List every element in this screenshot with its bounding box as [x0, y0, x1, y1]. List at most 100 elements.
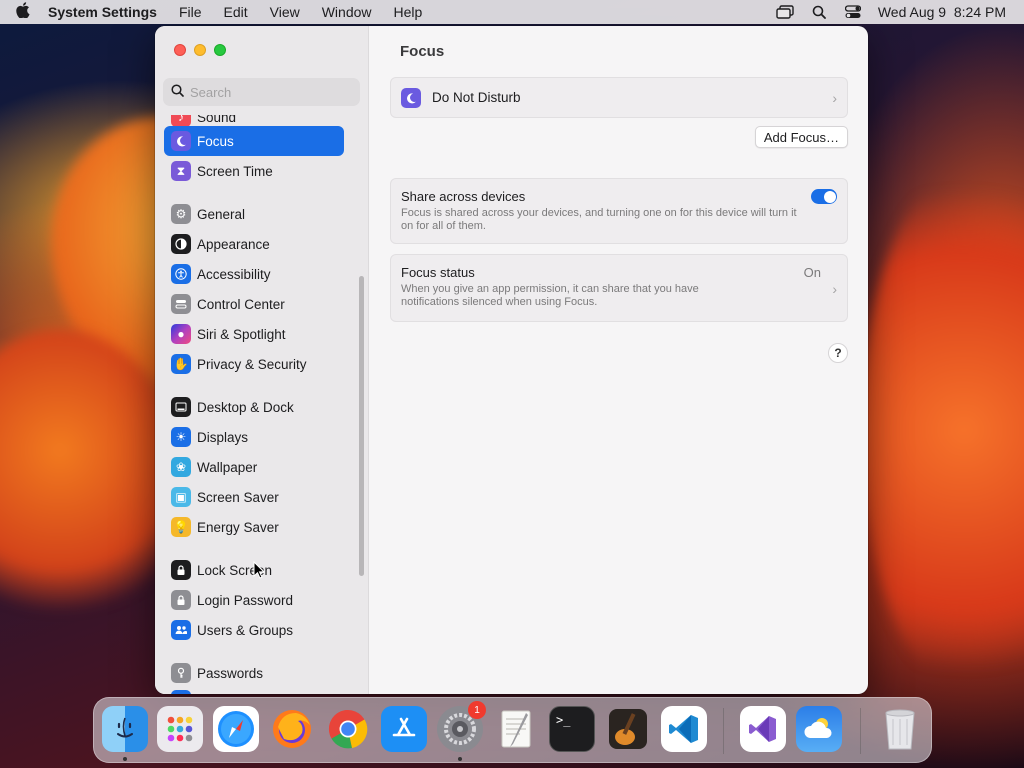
sidebar-item-passwords[interactable]: Passwords	[164, 658, 344, 688]
app-store-icon[interactable]	[381, 706, 427, 752]
sidebar-item-displays[interactable]: ☀ Displays	[164, 422, 344, 452]
menu-window[interactable]: Window	[322, 4, 372, 20]
sidebar-item-label: Sound	[197, 115, 237, 125]
sidebar-item-accessibility[interactable]: Accessibility	[164, 259, 344, 289]
page-title: Focus	[400, 43, 445, 60]
sidebar-item-appearance[interactable]: Appearance	[164, 229, 344, 259]
sidebar-item-label: Appearance	[197, 236, 270, 252]
terminal-icon[interactable]: >_	[549, 706, 595, 752]
sidebar-item-users-groups[interactable]: Users & Groups	[164, 615, 344, 645]
do-not-disturb-label: Do Not Disturb	[432, 90, 521, 105]
system-settings-window: ♪ Sound Focus ⧗ Screen Time ⚙ General	[155, 26, 868, 694]
focus-status-row[interactable]: Focus status On When you give an app per…	[390, 254, 848, 322]
moon-icon	[401, 87, 421, 108]
finder-icon[interactable]	[102, 706, 148, 761]
sidebar-item-screen-time[interactable]: ⧗ Screen Time	[164, 156, 344, 186]
help-button[interactable]: ?	[828, 343, 848, 363]
sidebar-item-label: Wallpaper	[197, 459, 258, 475]
content-pane: Focus Do Not Disturb › Add Focus… Share …	[370, 26, 868, 694]
system-settings-dock-icon[interactable]: 1	[437, 701, 486, 761]
menu-edit[interactable]: Edit	[224, 4, 248, 20]
sidebar-scrollbar[interactable]	[359, 276, 364, 576]
safari-icon[interactable]	[213, 706, 259, 752]
sidebar-item-label: Privacy & Security	[197, 356, 307, 372]
sidebar-item-desktop-dock[interactable]: Desktop & Dock	[164, 392, 344, 422]
sidebar-item-partial	[164, 685, 344, 694]
dock-separator	[860, 708, 861, 754]
share-title: Share across devices	[401, 189, 526, 204]
sidebar-item-label: Desktop & Dock	[197, 399, 294, 415]
minimize-button[interactable]	[194, 44, 206, 56]
share-description: Focus is shared across your devices, and…	[401, 207, 797, 232]
partial-icon	[171, 690, 191, 694]
sidebar-item-label: Passwords	[197, 665, 264, 681]
sidebar-item-screen-saver[interactable]: ▣ Screen Saver	[164, 482, 344, 512]
focus-status-description: When you give an app permission, it can …	[401, 283, 699, 308]
bulb-icon: 💡	[171, 517, 191, 537]
sidebar-item-wallpaper[interactable]: ❀ Wallpaper	[164, 452, 344, 482]
screen-mirroring-icon[interactable]	[776, 5, 794, 19]
spotlight-search-icon[interactable]	[810, 5, 828, 19]
gear-icon: ⚙	[171, 204, 191, 224]
garageband-icon[interactable]	[605, 706, 651, 752]
lock-icon	[171, 560, 191, 580]
chevron-right-icon: ›	[832, 89, 837, 106]
apple-menu-icon[interactable]	[16, 2, 38, 22]
screen-saver-icon: ▣	[171, 487, 191, 507]
sidebar-item-label: Screen Saver	[197, 489, 279, 505]
sidebar-item-label: Siri & Spotlight	[197, 326, 286, 342]
sidebar-item-siri-spotlight[interactable]: ● Siri & Spotlight	[164, 319, 344, 349]
menu-file[interactable]: File	[179, 4, 202, 20]
sidebar-list: ♪ Sound Focus ⧗ Screen Time ⚙ General Ap…	[155, 115, 369, 694]
chevron-right-icon: ›	[832, 281, 837, 297]
weather-icon[interactable]	[796, 706, 842, 752]
launchpad-icon[interactable]	[157, 706, 203, 752]
trash-icon[interactable]	[877, 706, 923, 752]
sidebar-item-login-password[interactable]: Login Password	[164, 585, 344, 615]
do-not-disturb-row[interactable]: Do Not Disturb ›	[390, 77, 848, 118]
sidebar-item-label: Users & Groups	[197, 622, 294, 638]
zoom-button[interactable]	[214, 44, 226, 56]
menu-help[interactable]: Help	[394, 4, 423, 20]
control-center-icon[interactable]	[844, 5, 862, 19]
close-button[interactable]	[174, 44, 186, 56]
running-indicator	[458, 757, 462, 761]
running-indicator	[123, 757, 127, 761]
sidebar-item-label: Focus	[197, 133, 234, 149]
sidebar-item-label: Screen Time	[197, 163, 273, 179]
sidebar-item-energy-saver[interactable]: 💡 Energy Saver	[164, 512, 344, 542]
siri-icon: ●	[171, 324, 191, 344]
menu-bar: System Settings File Edit View Window He…	[0, 0, 1024, 24]
dock-separator	[723, 708, 724, 754]
notification-badge: 1	[468, 701, 486, 719]
sidebar: ♪ Sound Focus ⧗ Screen Time ⚙ General	[155, 26, 369, 694]
sidebar-item-focus[interactable]: Focus	[164, 126, 344, 156]
textedit-icon[interactable]	[493, 706, 539, 752]
sidebar-item-label: Login Password	[197, 592, 294, 608]
dock-icon	[171, 397, 191, 417]
sidebar-search[interactable]	[163, 78, 360, 106]
sidebar-item-control-center[interactable]: Control Center	[164, 289, 344, 319]
vscode-icon[interactable]	[661, 706, 707, 752]
sidebar-item-general[interactable]: ⚙ General	[164, 199, 344, 229]
share-toggle[interactable]	[811, 189, 837, 204]
sidebar-item-label: Accessibility	[197, 266, 271, 282]
menubar-clock[interactable]: Wed Aug 9 8:24 PM	[878, 4, 1006, 20]
flower-icon: ❀	[171, 457, 191, 477]
firefox-icon[interactable]	[269, 706, 315, 752]
chrome-icon[interactable]	[325, 706, 371, 752]
focus-status-value: On	[803, 265, 821, 280]
accessibility-icon	[171, 264, 191, 284]
search-icon	[171, 84, 184, 100]
add-focus-button[interactable]: Add Focus…	[754, 126, 848, 148]
sidebar-item-label: Control Center	[197, 296, 285, 312]
share-across-devices-row: Share across devices Focus is shared acr…	[390, 178, 848, 244]
menu-view[interactable]: View	[270, 4, 300, 20]
search-input[interactable]	[190, 84, 350, 100]
users-icon	[171, 620, 191, 640]
mouse-pointer-icon	[253, 560, 266, 584]
hourglass-icon: ⧗	[171, 161, 191, 181]
app-name-menu[interactable]: System Settings	[48, 4, 157, 20]
sidebar-item-privacy-security[interactable]: ✋ Privacy & Security	[164, 349, 344, 379]
visual-studio-icon[interactable]	[740, 706, 786, 752]
